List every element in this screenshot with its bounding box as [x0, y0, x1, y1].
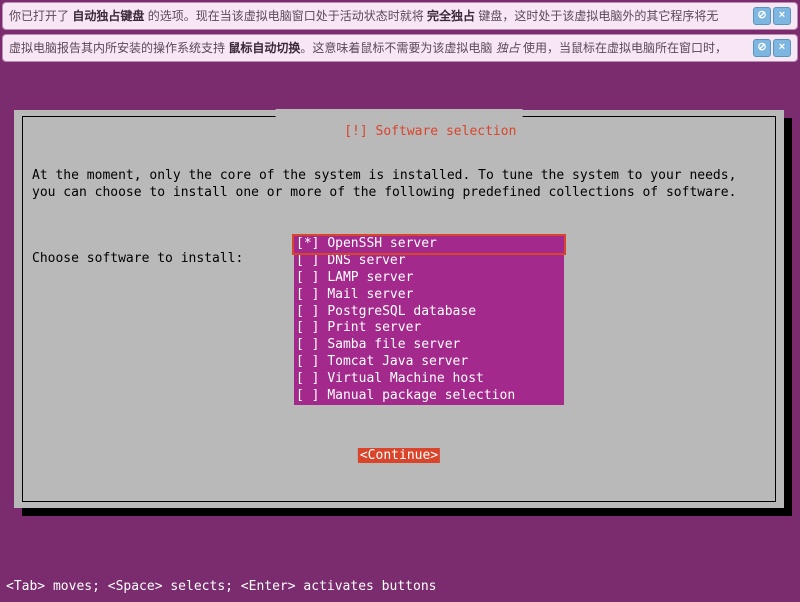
panel: [!] Software selection At the moment, on…	[14, 110, 784, 508]
item-label: DNS server	[327, 253, 405, 268]
text: 。这意味着鼠标不需要为该虚拟电脑	[300, 41, 495, 55]
list-item[interactable]: [ ] Manual package selection	[294, 388, 564, 405]
list-item[interactable]: [ ] Samba file server	[294, 337, 564, 354]
text: 的选项。现在当该虚拟电脑窗口处于活动状态时就将	[144, 9, 427, 23]
item-label: Print server	[327, 320, 421, 335]
item-label: Virtual Machine host	[327, 371, 484, 386]
notification-message: 虚拟电脑报告其内所安装的操作系统支持 鼠标自动切换。这意味着鼠标不需要为该虚拟电…	[9, 40, 745, 57]
checkbox[interactable]: [ ]	[296, 320, 319, 335]
suppress-icon[interactable]: ⊘	[753, 7, 771, 25]
notification-actions: ⊘ ×	[753, 7, 791, 25]
checkbox[interactable]: [ ]	[296, 253, 319, 268]
checkbox[interactable]: [ ]	[296, 388, 319, 403]
checkbox[interactable]: [ ]	[296, 287, 319, 302]
checkbox[interactable]: [ ]	[296, 354, 319, 369]
checkbox[interactable]: [*]	[296, 236, 319, 251]
checkbox[interactable]: [ ]	[296, 304, 319, 319]
close-icon[interactable]: ×	[773, 39, 791, 57]
text: 你已打开了	[9, 9, 72, 23]
item-label: Manual package selection	[327, 388, 515, 403]
checkbox[interactable]: [ ]	[296, 270, 319, 285]
suppress-icon[interactable]: ⊘	[753, 39, 771, 57]
text-italic: 独占	[496, 41, 520, 55]
list-item[interactable]: [ ] Print server	[294, 320, 564, 337]
item-label: Samba file server	[327, 337, 460, 352]
list-item[interactable]: [ ] Virtual Machine host	[294, 371, 564, 388]
list-item[interactable]: [ ] LAMP server	[294, 270, 564, 287]
software-list[interactable]: [*] OpenSSH server [ ] DNS server [ ] LA…	[294, 236, 564, 405]
text: 使用，当鼠标在虚拟电脑所在窗口时，	[520, 41, 727, 55]
notification-message: 你已打开了 自动独占键盘 的选项。现在当该虚拟电脑窗口处于活动状态时就将 完全独…	[9, 8, 745, 25]
item-label: Mail server	[327, 287, 413, 302]
item-label: Tomcat Java server	[327, 354, 468, 369]
checkbox[interactable]: [ ]	[296, 337, 319, 352]
item-label: LAMP server	[327, 270, 413, 285]
list-item[interactable]: [ ] Tomcat Java server	[294, 354, 564, 371]
continue-button[interactable]: <Continue>	[358, 448, 440, 463]
item-label: PostgreSQL database	[327, 304, 476, 319]
list-item[interactable]: [ ] PostgreSQL database	[294, 304, 564, 321]
footer-hint: <Tab> moves; <Space> selects; <Enter> ac…	[6, 579, 436, 594]
close-icon[interactable]: ×	[773, 7, 791, 25]
list-item[interactable]: [*] OpenSSH server	[294, 236, 564, 253]
checkbox[interactable]: [ ]	[296, 371, 319, 386]
text: 虚拟电脑报告其内所安装的操作系统支持	[9, 41, 228, 55]
list-item[interactable]: [ ] DNS server	[294, 253, 564, 270]
item-label: OpenSSH server	[327, 236, 437, 251]
list-item[interactable]: [ ] Mail server	[294, 287, 564, 304]
installer-panel: [!] Software selection At the moment, on…	[14, 110, 784, 508]
notification-actions: ⊘ ×	[753, 39, 791, 57]
notification-bar-2: 虚拟电脑报告其内所安装的操作系统支持 鼠标自动切换。这意味着鼠标不需要为该虚拟电…	[2, 34, 798, 62]
text-bold: 完全独占	[427, 9, 475, 23]
notification-bar-1: 你已打开了 自动独占键盘 的选项。现在当该虚拟电脑窗口处于活动状态时就将 完全独…	[2, 2, 798, 30]
text: 键盘，这时处于该虚拟电脑外的其它程序将无	[475, 9, 718, 23]
text-bold: 鼠标自动切换	[228, 41, 300, 55]
text-bold: 自动独占键盘	[72, 9, 144, 23]
panel-description: At the moment, only the core of the syst…	[32, 168, 766, 202]
